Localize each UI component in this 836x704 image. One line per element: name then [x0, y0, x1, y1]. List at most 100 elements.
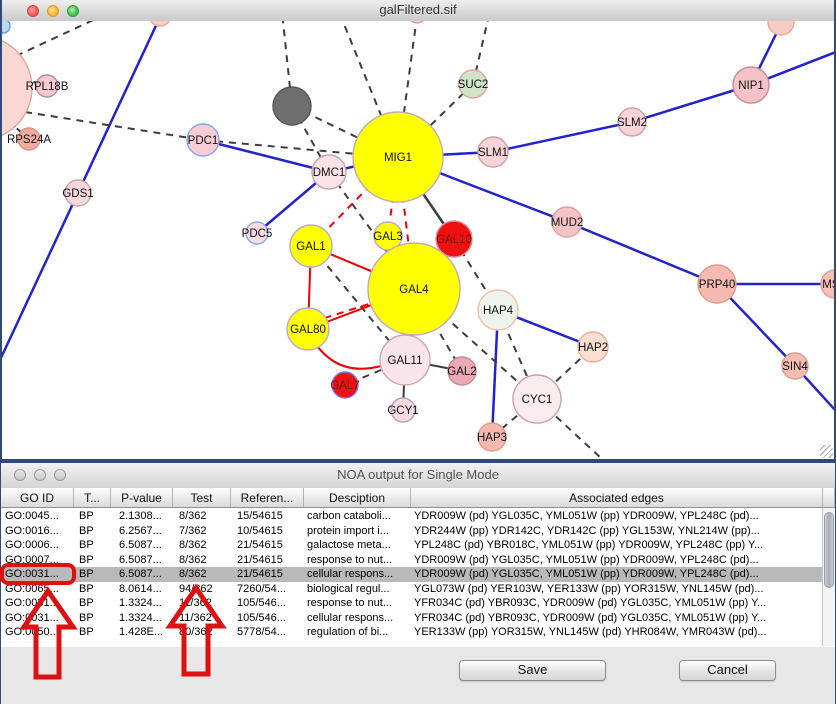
- cell: protein import i...: [304, 524, 411, 539]
- cell: BP: [74, 625, 111, 640]
- cell: YFR034C (pd) YBR093C, YDR009W (pd) YGL03…: [411, 596, 823, 611]
- network-edge[interactable]: [567, 222, 717, 284]
- noa-window-title: NOA output for Single Mode: [1, 467, 835, 482]
- cell: BP: [74, 611, 111, 626]
- column-header-2[interactable]: P-value: [111, 488, 173, 507]
- cancel-button[interactable]: Cancel: [679, 660, 776, 681]
- node-topright-partial[interactable]: [768, 21, 794, 35]
- node-label-GAL4: GAL4: [399, 284, 429, 296]
- network-edge[interactable]: [281, 21, 290, 88]
- node-label-PDC1: PDC1: [188, 135, 219, 147]
- cell: 2.1308...: [111, 509, 173, 524]
- cell: 21/54615: [231, 553, 304, 568]
- node-dark-gray[interactable]: [273, 87, 311, 125]
- node-label-PDC5: PDC5: [242, 228, 273, 240]
- table-row[interactable]: GO:0050...BP1.428E...80/3625778/54...reg…: [1, 625, 835, 640]
- cell: 94/362: [173, 582, 231, 597]
- cell: 8/362: [173, 553, 231, 568]
- resize-grip[interactable]: [820, 445, 833, 458]
- node-label-HAP3: HAP3: [477, 432, 507, 444]
- network-window-title: galFiltered.sif: [2, 2, 834, 17]
- cell: YGL073W (pd) YER103W, YER133W (pp) YOR31…: [411, 582, 823, 597]
- table-row[interactable]: GO:0006...BP6.5087...8/36221/54615galact…: [1, 538, 835, 553]
- cell: 1.3324...: [111, 596, 173, 611]
- network-window: galFiltered.sif MSNRPL18BRPS24AGDS1PDC1D…: [2, 0, 834, 459]
- cell: 10/54615: [231, 524, 304, 539]
- table-row[interactable]: GO:0007...BP6.5087...8/36221/54615respon…: [1, 553, 835, 568]
- table-body[interactable]: GO:0045...BP2.1308...8/36215/54615carbon…: [1, 508, 835, 647]
- network-edge[interactable]: [16, 21, 132, 56]
- node-label-PRP40: PRP40: [699, 279, 735, 291]
- cell: YFR034C (pd) YBR093C, YDR009W (pd) YGL03…: [411, 611, 823, 626]
- table-row[interactable]: GO:0045...BP2.1308...8/36215/54615carbon…: [1, 509, 835, 524]
- screenshot-root: { "net_window": { "title": "galFiltered.…: [0, 0, 836, 704]
- node-label-SUC2: SUC2: [458, 79, 489, 91]
- node-label-GAL2: GAL2: [447, 366, 476, 378]
- table-header-row: GO IDT...P-valueTestReferen...Desciption…: [1, 488, 835, 508]
- network-edge[interactable]: [203, 140, 329, 172]
- cell: 21/54615: [231, 538, 304, 553]
- network-window-titlebar[interactable]: galFiltered.sif: [2, 0, 834, 22]
- cell: 7260/54...: [231, 582, 304, 597]
- cell: 8.0614...: [111, 582, 173, 597]
- cell: cellular respons...: [304, 611, 411, 626]
- column-header-1[interactable]: T...: [74, 488, 111, 507]
- node-top-partial-1[interactable]: [149, 21, 171, 26]
- cell: 11/362: [173, 611, 231, 626]
- node-label-RPS24A: RPS24A: [7, 134, 51, 146]
- column-header-6[interactable]: Associated edges: [411, 488, 823, 507]
- cell: 7/362: [173, 524, 231, 539]
- table-row[interactable]: GO:0031...BP6.5087...8/36221/54615cellul…: [1, 567, 835, 582]
- cell: GO:0007...: [1, 553, 74, 568]
- column-header-4[interactable]: Referen...: [231, 488, 304, 507]
- column-header-3[interactable]: Test: [173, 488, 231, 507]
- cell: BP: [74, 553, 111, 568]
- cell: 1.3324...: [111, 611, 173, 626]
- node-label-GAL11: GAL11: [388, 355, 423, 367]
- node-label-GAL7: GAL7: [330, 380, 359, 392]
- column-header-0[interactable]: GO ID: [1, 488, 74, 507]
- node-label-GDS1: GDS1: [62, 188, 93, 200]
- save-button[interactable]: Save: [459, 660, 606, 681]
- node-label-GAL10: GAL10: [436, 234, 472, 246]
- node-label-RPL18B: RPL18B: [26, 81, 69, 93]
- cell: GO:0006...: [1, 538, 74, 553]
- node-label-SLM1: SLM1: [478, 147, 508, 159]
- cell: BP: [74, 582, 111, 597]
- cell: BP: [74, 596, 111, 611]
- cell: 80/362: [173, 625, 231, 640]
- cell: GO:0031...: [1, 596, 74, 611]
- node-label-GAL80: GAL80: [290, 324, 326, 336]
- node-label-DMC1: DMC1: [313, 167, 346, 179]
- column-header-5[interactable]: Desciption: [304, 488, 411, 507]
- node-label-SLM2: SLM2: [617, 117, 647, 129]
- cell: GO:0031...: [1, 567, 74, 582]
- cell: response to nut...: [304, 596, 411, 611]
- node-top-partial-green[interactable]: [408, 21, 426, 23]
- node-label-HAP4: HAP4: [483, 305, 514, 317]
- cell: 5778/54...: [231, 625, 304, 640]
- cell: GO:0050...: [1, 625, 74, 640]
- scrollbar-thumb[interactable]: [824, 512, 834, 588]
- cell: response to nut...: [304, 553, 411, 568]
- table-row[interactable]: GO:0031...BP1.3324...11/362105/546...cel…: [1, 611, 835, 626]
- cell: YDR009W (pd) YGL035C, YML051W (pp) YDR00…: [411, 509, 823, 524]
- noa-window-titlebar[interactable]: NOA output for Single Mode: [1, 463, 835, 489]
- cell: cellular respons...: [304, 567, 411, 582]
- table-row[interactable]: GO:0065...BP8.0614...94/3627260/54...bio…: [1, 582, 835, 597]
- network-graph[interactable]: MSNRPL18BRPS24AGDS1PDC1DMC1SUC2SLM1SLM2N…: [2, 21, 834, 459]
- cell: BP: [74, 509, 111, 524]
- node-label-MUD2: MUD2: [551, 217, 584, 229]
- cell: YPL248C (pd) YBR018C, YML051W (pp) YDR00…: [411, 538, 823, 553]
- network-edge[interactable]: [493, 122, 632, 152]
- table-scrollbar[interactable]: [822, 508, 835, 646]
- network-canvas[interactable]: MSNRPL18BRPS24AGDS1PDC1DMC1SUC2SLM1SLM2N…: [2, 21, 834, 459]
- table-row[interactable]: GO:0031...BP1.3324...11/362105/546...res…: [1, 596, 835, 611]
- cell: 8/362: [173, 538, 231, 553]
- node-unnamed-topleft[interactable]: [2, 21, 10, 33]
- node-label-SIN4: SIN4: [782, 361, 808, 373]
- table-row[interactable]: GO:0016...BP6.2567...7/36210/54615protei…: [1, 524, 835, 539]
- cell: YDR009W (pd) YGL035C, YML051W (pp) YDR00…: [411, 567, 823, 582]
- cell: 11/362: [173, 596, 231, 611]
- noa-output-window: NOA output for Single Mode GO IDT...P-va…: [1, 463, 835, 704]
